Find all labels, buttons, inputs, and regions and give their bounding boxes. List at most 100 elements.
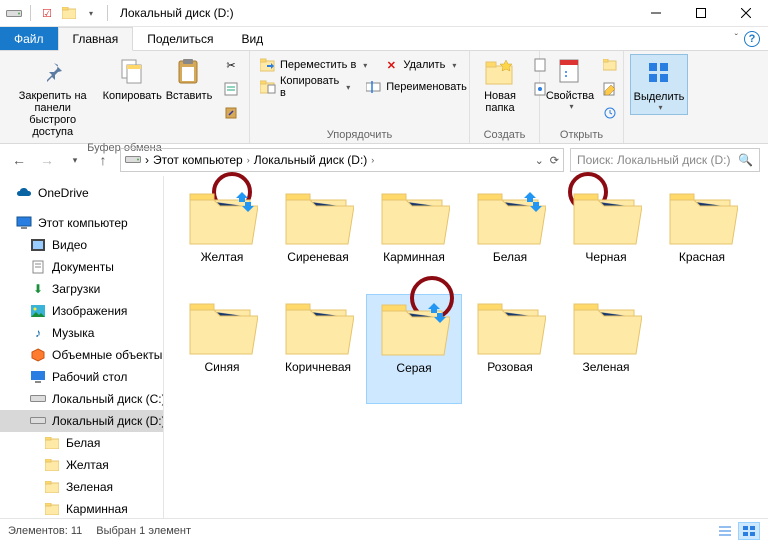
onedrive-icon [16, 185, 32, 201]
tree-thispc[interactable]: Этот компьютер [0, 212, 163, 234]
select-icon [643, 57, 675, 89]
copy-path-button[interactable] [219, 78, 243, 100]
open-button[interactable] [598, 54, 622, 76]
qat-check-icon[interactable]: ☑ [39, 5, 55, 21]
folder-item[interactable]: Желтая [174, 184, 270, 294]
search-box[interactable]: Поиск: Локальный диск (D:) 🔍 [570, 148, 760, 172]
folder-item[interactable]: Зеленая [558, 294, 654, 404]
tree-documents[interactable]: Документы [0, 256, 163, 278]
select-button[interactable]: Выделить [630, 54, 688, 115]
close-button[interactable] [723, 0, 768, 27]
drive-icon [30, 391, 46, 407]
properties-button[interactable]: Свойства [546, 54, 594, 113]
tab-file[interactable]: Файл [0, 27, 58, 50]
ribbon: Закрепить на панели быстрого доступа Коп… [0, 51, 768, 144]
minimize-button[interactable] [633, 0, 678, 27]
breadcrumb-drive[interactable]: Локальный диск (D:)› [254, 153, 375, 167]
copy-to-button[interactable]: Копировать в [256, 76, 354, 98]
navigation-tree[interactable]: OneDrive Этот компьютер Видео Документы … [0, 176, 164, 518]
tree-onedrive[interactable]: OneDrive [0, 182, 163, 204]
folder-item[interactable]: Коричневая [270, 294, 366, 404]
tab-view[interactable]: Вид [227, 27, 277, 50]
tab-home[interactable]: Главная [58, 27, 134, 51]
tree-ddrive[interactable]: Локальный диск (D:) [0, 410, 163, 432]
folder-item[interactable]: Белая [462, 184, 558, 294]
refresh-icon[interactable]: ⟳ [550, 154, 559, 167]
ribbon-group-select [630, 139, 688, 141]
maximize-button[interactable] [678, 0, 723, 27]
tree-folder-green[interactable]: Зеленая [0, 476, 163, 498]
video-icon [30, 237, 46, 253]
folder-label: Зеленая [583, 360, 630, 374]
recent-locations-button[interactable]: ▾ [64, 149, 86, 171]
tree-folder-carmine[interactable]: Карминная [0, 498, 163, 518]
folder-icon [378, 188, 450, 246]
qat-dropdown-icon[interactable]: ▾ [83, 5, 99, 21]
paste-shortcut-button[interactable] [219, 102, 243, 124]
ribbon-collapse-icon[interactable]: ˇ [735, 33, 738, 44]
tree-pictures[interactable]: Изображения [0, 300, 163, 322]
address-bar[interactable]: › Этот компьютер› Локальный диск (D:)› ⌄… [120, 148, 564, 172]
documents-icon [30, 259, 46, 275]
help-icon[interactable]: ? [744, 31, 760, 47]
history-icon [602, 105, 618, 121]
qat-folder-icon[interactable] [61, 5, 77, 21]
folder-item[interactable]: Карминная [366, 184, 462, 294]
copy-button[interactable]: Копировать [103, 54, 161, 104]
new-folder-button[interactable]: Новая папка [476, 54, 524, 116]
folder-item[interactable]: Синяя [174, 294, 270, 404]
edit-button[interactable] [598, 78, 622, 100]
up-button[interactable]: ↑ [92, 149, 114, 171]
folder-icon [44, 457, 60, 473]
folder-grid: Желтая Сиреневая Карминная [174, 184, 758, 404]
content-pane[interactable]: Желтая Сиреневая Карминная [164, 176, 768, 518]
delete-icon: ✕ [383, 57, 399, 73]
dropdown-icon[interactable]: ⌄ [535, 154, 544, 167]
folder-item[interactable]: Розовая [462, 294, 558, 404]
folder-label: Сиреневая [287, 250, 348, 264]
folder-icon [474, 188, 546, 246]
folder-item[interactable]: Сиреневая [270, 184, 366, 294]
rename-button[interactable]: Переименовать [362, 76, 471, 98]
folder-icon [282, 298, 354, 356]
tree-videos[interactable]: Видео [0, 234, 163, 256]
folder-icon [570, 188, 642, 246]
tree-desktop[interactable]: Рабочий стол [0, 366, 163, 388]
breadcrumb-thispc[interactable]: Этот компьютер› [153, 153, 250, 167]
downloads-icon: ⬇ [30, 281, 46, 297]
folder-label: Красная [679, 250, 725, 264]
paste-button[interactable]: Вставить [165, 54, 213, 104]
forward-button[interactable]: → [36, 149, 58, 171]
back-button[interactable]: ← [8, 149, 30, 171]
large-icons-view-button[interactable] [738, 522, 760, 540]
tree-downloads[interactable]: ⬇Загрузки [0, 278, 163, 300]
folder-item[interactable]: Серая [366, 294, 462, 404]
tree-folder-yellow[interactable]: Желтая [0, 454, 163, 476]
window-title: Локальный диск (D:) [120, 6, 234, 20]
search-icon: 🔍 [738, 153, 753, 167]
ribbon-group-organize: Упорядочить [256, 127, 463, 141]
folder-icon [44, 435, 60, 451]
search-placeholder: Поиск: Локальный диск (D:) [577, 153, 730, 167]
paste-icon [173, 56, 205, 88]
cut-button[interactable]: ✂ [219, 54, 243, 76]
music-icon: ♪ [30, 325, 46, 341]
title-bar: ☑ ▾ Локальный диск (D:) [0, 0, 768, 27]
folder-item[interactable]: Красная [654, 184, 750, 294]
details-view-button[interactable] [714, 522, 736, 540]
folder-label: Желтая [201, 250, 244, 264]
tree-3d-objects[interactable]: Объемные объекты [0, 344, 163, 366]
properties-icon [554, 56, 586, 88]
tree-music[interactable]: ♪Музыка [0, 322, 163, 344]
history-button[interactable] [598, 102, 622, 124]
delete-button[interactable]: ✕Удалить [379, 54, 460, 76]
drive-icon [30, 413, 46, 429]
folder-item[interactable]: Черная [558, 184, 654, 294]
tree-folder-white[interactable]: Белая [0, 432, 163, 454]
move-to-button[interactable]: Переместить в [256, 54, 371, 76]
pin-icon [37, 56, 69, 88]
tree-cdrive[interactable]: Локальный диск (C:) [0, 388, 163, 410]
tab-share[interactable]: Поделиться [133, 27, 227, 50]
pin-to-quick-access-button[interactable]: Закрепить на панели быстрого доступа [6, 54, 99, 140]
folder-label: Коричневая [285, 360, 351, 374]
